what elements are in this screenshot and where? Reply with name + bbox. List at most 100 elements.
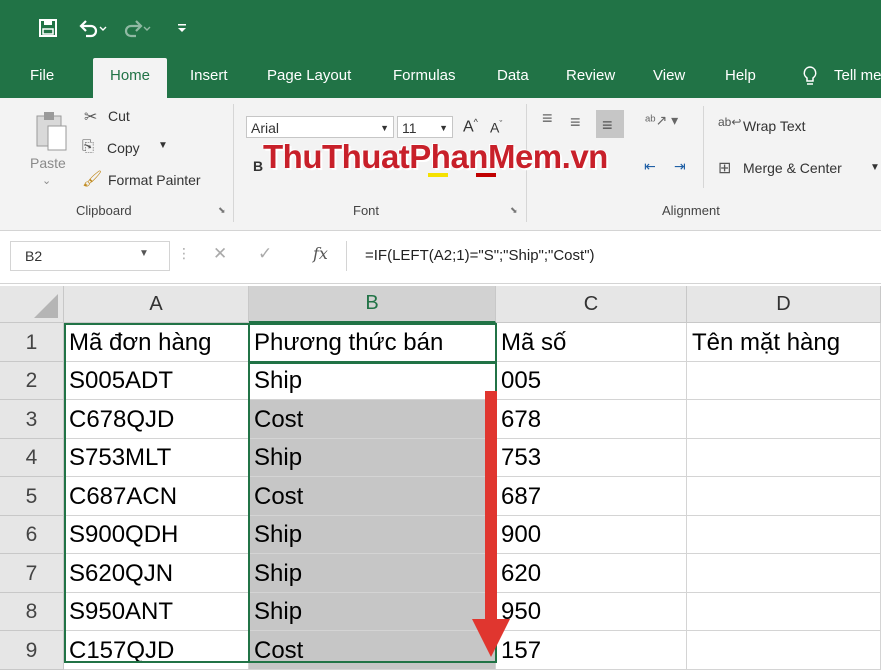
chevron-down-icon: ▼ bbox=[139, 248, 149, 259]
copy-icon[interactable]: ⎘ bbox=[82, 138, 94, 155]
cell-c9[interactable]: 157 bbox=[496, 631, 687, 670]
increase-indent-icon[interactable]: ⇥ bbox=[674, 158, 686, 175]
tab-data[interactable]: Data bbox=[497, 58, 529, 98]
paste-button[interactable]: Paste bbox=[30, 155, 66, 171]
customize-icon[interactable] bbox=[176, 18, 188, 43]
bold-button[interactable]: B bbox=[253, 158, 263, 174]
cell-c7[interactable]: 620 bbox=[496, 554, 687, 593]
tab-view[interactable]: View bbox=[653, 58, 685, 98]
save-icon[interactable] bbox=[38, 18, 58, 43]
cell-b5[interactable]: Cost bbox=[249, 477, 496, 516]
select-all-corner[interactable] bbox=[0, 286, 64, 323]
paste-icon[interactable] bbox=[34, 108, 70, 159]
wrap-text-button[interactable]: Wrap Text bbox=[743, 118, 806, 134]
cell-c6[interactable]: 900 bbox=[496, 516, 687, 554]
cell-d6[interactable] bbox=[687, 516, 881, 554]
tab-formulas[interactable]: Formulas bbox=[393, 58, 456, 98]
cell-d1[interactable]: Tên mặt hàng bbox=[687, 323, 881, 362]
orientation-icon[interactable]: ᵃᵇ↗ ▾ bbox=[645, 112, 678, 129]
cell-b6[interactable]: Ship bbox=[249, 516, 496, 554]
merge-icon[interactable]: ⊞ bbox=[718, 158, 731, 178]
tab-help[interactable]: Help bbox=[725, 58, 756, 98]
tab-file[interactable]: File bbox=[30, 58, 54, 98]
row-header[interactable]: 4 bbox=[0, 439, 64, 477]
column-header-a[interactable]: A bbox=[64, 286, 249, 323]
row-header[interactable]: 1 bbox=[0, 323, 64, 362]
tab-review[interactable]: Review bbox=[566, 58, 615, 98]
tab-insert[interactable]: Insert bbox=[190, 58, 228, 98]
cell-c5[interactable]: 687 bbox=[496, 477, 687, 516]
cell-c4[interactable]: 753 bbox=[496, 439, 687, 477]
decrease-font-icon[interactable]: Aˇ bbox=[490, 119, 502, 136]
scissors-icon[interactable]: ✂ bbox=[84, 107, 97, 127]
row-header[interactable]: 6 bbox=[0, 516, 64, 554]
cell-b3[interactable]: Cost bbox=[249, 400, 496, 439]
row-header[interactable]: 5 bbox=[0, 477, 64, 516]
increase-font-icon[interactable]: A^ bbox=[463, 117, 478, 136]
font-size-box[interactable]: 11 ▼ bbox=[397, 116, 453, 138]
format-painter-button[interactable]: Format Painter bbox=[108, 172, 201, 188]
cell-b9[interactable]: Cost bbox=[249, 631, 496, 670]
cell-d2[interactable] bbox=[687, 362, 881, 400]
enter-icon[interactable]: ✓ bbox=[258, 244, 272, 264]
tab-page-layout[interactable]: Page Layout bbox=[267, 58, 351, 98]
cell-b8[interactable]: Ship bbox=[249, 593, 496, 631]
cell-d4[interactable] bbox=[687, 439, 881, 477]
cell-d8[interactable] bbox=[687, 593, 881, 631]
cancel-icon[interactable]: ✕ bbox=[213, 244, 227, 264]
paste-dropdown-icon[interactable]: ⌄ bbox=[42, 174, 51, 187]
cell-a6[interactable]: S900QDH bbox=[64, 516, 249, 554]
cell-a7[interactable]: S620QJN bbox=[64, 554, 249, 593]
row-header[interactable]: 8 bbox=[0, 593, 64, 631]
lightbulb-icon[interactable] bbox=[802, 58, 818, 98]
cell-a3[interactable]: C678QJD bbox=[64, 400, 249, 439]
row-header[interactable]: 3 bbox=[0, 400, 64, 439]
formula-input[interactable]: =IF(LEFT(A2;1)="S";"Ship";"Cost") bbox=[346, 241, 881, 271]
cell-a8[interactable]: S950ANT bbox=[64, 593, 249, 631]
undo-icon[interactable] bbox=[78, 18, 108, 43]
cell-c2[interactable]: 005 bbox=[496, 362, 687, 400]
merge-dropdown-icon[interactable]: ▼ bbox=[870, 162, 880, 173]
redo-icon[interactable] bbox=[122, 18, 152, 43]
font-name-box[interactable]: Arial ▼ bbox=[246, 116, 394, 138]
clipboard-launcher-icon[interactable]: ⬊ bbox=[218, 205, 226, 216]
cell-a2[interactable]: S005ADT bbox=[64, 362, 249, 400]
tell-me-search[interactable]: Tell me bbox=[834, 58, 881, 98]
cell-a1[interactable]: Mã đơn hàng bbox=[64, 323, 249, 362]
row-header[interactable]: 2 bbox=[0, 362, 64, 400]
cell-c8[interactable]: 950 bbox=[496, 593, 687, 631]
cell-d9[interactable] bbox=[687, 631, 881, 670]
cut-button[interactable]: Cut bbox=[108, 108, 130, 124]
cell-a5[interactable]: C687ACN bbox=[64, 477, 249, 516]
top-align-icon[interactable]: ≡ bbox=[542, 108, 553, 129]
cell-c3[interactable]: 678 bbox=[496, 400, 687, 439]
font-launcher-icon[interactable]: ⬊ bbox=[510, 205, 518, 216]
cell-b4[interactable]: Ship bbox=[249, 439, 496, 477]
copy-dropdown-icon[interactable]: ▼ bbox=[158, 140, 168, 151]
cell-d3[interactable] bbox=[687, 400, 881, 439]
wrap-text-icon[interactable]: ab↩ bbox=[718, 115, 741, 129]
insert-function-icon[interactable]: fx bbox=[313, 244, 328, 263]
copy-button[interactable]: Copy bbox=[107, 140, 140, 156]
column-header-d[interactable]: D bbox=[687, 286, 881, 323]
cell-b1[interactable]: Phương thức bán bbox=[249, 323, 496, 362]
cell-b7[interactable]: Ship bbox=[249, 554, 496, 593]
cell-d5[interactable] bbox=[687, 477, 881, 516]
row-header[interactable]: 7 bbox=[0, 554, 64, 593]
tab-home[interactable]: Home bbox=[93, 58, 167, 98]
decrease-indent-icon[interactable]: ⇤ bbox=[644, 158, 656, 175]
merge-center-button[interactable]: Merge & Center bbox=[743, 160, 842, 176]
cell-a9[interactable]: C157QJD bbox=[64, 631, 249, 670]
column-header-c[interactable]: C bbox=[496, 286, 687, 323]
middle-align-icon[interactable]: ≡ bbox=[570, 112, 581, 133]
cell-c1[interactable]: Mã số bbox=[496, 323, 687, 362]
cell-b2[interactable]: Ship bbox=[249, 362, 496, 400]
cell-a4[interactable]: S753MLT bbox=[64, 439, 249, 477]
group-divider bbox=[703, 106, 704, 188]
cell-d7[interactable] bbox=[687, 554, 881, 593]
name-box[interactable]: B2 ▼ bbox=[10, 241, 170, 271]
bottom-align-button[interactable]: ≡ bbox=[596, 110, 624, 138]
column-header-b[interactable]: B bbox=[249, 286, 496, 323]
format-painter-icon[interactable]: 🖌 bbox=[82, 169, 102, 189]
row-header[interactable]: 9 bbox=[0, 631, 64, 670]
